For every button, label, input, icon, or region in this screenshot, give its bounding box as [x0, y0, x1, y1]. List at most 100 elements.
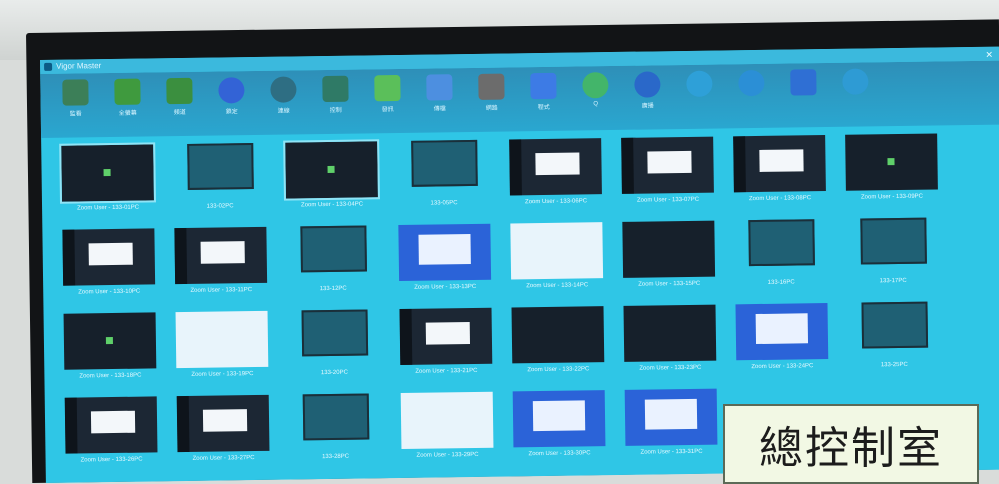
client-tile[interactable]: Zoom User - 133-10PC	[56, 228, 161, 303]
client-tile[interactable]: Zoom User - 133-27PC	[171, 394, 276, 470]
toolbar-button-label: 鎖定	[225, 109, 238, 116]
close-icon[interactable]: ✕	[985, 48, 993, 62]
client-name: Zoom User - 133-08PC	[748, 195, 812, 203]
client-tile[interactable]: Zoom User - 133-26PC	[59, 396, 164, 471]
toolbar-button-14[interactable]	[786, 69, 820, 98]
client-screen-thumbnail	[512, 390, 606, 448]
client-tile[interactable]: Zoom User - 133-11PC	[168, 226, 273, 302]
client-screen-thumbnail	[187, 143, 254, 190]
client-screen-thumbnail	[622, 220, 716, 278]
toolbar-button-15[interactable]	[838, 68, 872, 97]
client-name: 133-17PC	[879, 277, 907, 285]
file-transfer-icon	[426, 74, 453, 101]
client-screen-thumbnail	[861, 301, 929, 349]
client-name: 133-25PC	[880, 361, 908, 369]
toolbar-button-2[interactable]: 頻道	[162, 77, 197, 117]
client-tile[interactable]: Zoom User - 133-08PC	[727, 135, 832, 210]
toolbar-button-0[interactable]: 監看	[58, 79, 93, 118]
thumbnail-panel	[200, 241, 245, 264]
client-tile[interactable]: Zoom User - 133-18PC	[58, 312, 163, 387]
toolbar-button-12[interactable]	[682, 70, 716, 100]
client-tile[interactable]: Zoom User - 133-21PC	[394, 307, 499, 383]
client-tile[interactable]: Zoom User - 133-15PC	[616, 220, 721, 296]
toolbar-button-1[interactable]: 全螢幕	[110, 78, 145, 117]
client-name: Zoom User - 133-11PC	[190, 287, 253, 294]
toolbar-button-label: 全螢幕	[118, 110, 137, 117]
document-icon	[790, 69, 817, 96]
toolbar-button-10[interactable]: Q	[578, 72, 612, 107]
client-screen-thumbnail	[735, 303, 829, 361]
client-name: 133-02PC	[206, 203, 234, 210]
thumbnail-panel	[647, 150, 692, 174]
caption-text: 總控制室	[759, 423, 943, 474]
client-tile[interactable]: 133-02PC	[167, 143, 272, 218]
client-screen-thumbnail	[301, 309, 369, 357]
client-tile[interactable]: Zoom User - 133-07PC	[615, 136, 720, 212]
broadcast-icon	[634, 71, 661, 98]
toolbar-button-3[interactable]: 鎖定	[214, 77, 249, 115]
toolbar-button-9[interactable]: 程式	[526, 72, 561, 112]
app-icon	[44, 62, 53, 71]
toolbar-button-11[interactable]: 廣播	[630, 71, 665, 110]
thumbnail-bar	[509, 139, 522, 196]
client-screen-thumbnail	[621, 136, 714, 194]
client-tile[interactable]: Zoom User - 133-19PC	[170, 310, 275, 386]
client-tile[interactable]: 133-28PC	[283, 393, 388, 468]
client-tile[interactable]: 133-16PC	[728, 219, 833, 294]
client-name: Zoom User - 133-09PC	[860, 193, 924, 201]
client-tile[interactable]: Zoom User - 133-22PC	[506, 306, 611, 381]
client-screen-thumbnail	[398, 223, 492, 282]
thumbnail-panel	[535, 152, 580, 176]
client-screen-thumbnail	[62, 228, 156, 286]
toolbar-button-13[interactable]	[734, 69, 768, 99]
client-tile[interactable]: Zoom User - 133-31PC	[619, 388, 724, 464]
client-screen-thumbnail	[511, 306, 605, 364]
toolbar-button-7[interactable]: 傳檔	[422, 74, 457, 113]
client-tile[interactable]: Zoom User - 133-04PC	[279, 139, 384, 216]
toolbar-button-6[interactable]: 發訊	[370, 74, 405, 114]
app-indicator-icon	[105, 337, 113, 345]
client-tile[interactable]: 133-20PC	[282, 309, 387, 384]
settings-icon	[842, 68, 869, 95]
thumbnail-panel	[88, 242, 133, 266]
client-screen-thumbnail	[300, 225, 367, 273]
message-icon	[374, 74, 401, 102]
thumbnail-panel	[202, 409, 248, 432]
client-name: Zoom User - 133-01PC	[77, 204, 140, 212]
toolbar-button-5[interactable]: 控制	[318, 75, 353, 114]
client-name: 133-16PC	[767, 279, 795, 286]
client-tile[interactable]: 133-12PC	[280, 225, 385, 300]
client-name: Zoom User - 133-29PC	[416, 451, 479, 459]
client-screen-thumbnail	[59, 142, 156, 204]
thumbnail-panel	[532, 400, 586, 432]
client-name: Zoom User - 133-21PC	[415, 367, 478, 375]
client-tile[interactable]: Zoom User - 133-30PC	[507, 390, 612, 465]
client-tile[interactable]: Zoom User - 133-06PC	[503, 138, 608, 213]
client-tile[interactable]: Zoom User - 133-29PC	[395, 391, 500, 467]
toolbar-button-label: 程式	[537, 104, 550, 112]
client-tile[interactable]: 133-05PC	[391, 139, 496, 215]
apps-icon	[530, 72, 557, 100]
client-screen-thumbnail	[176, 394, 270, 453]
toolbar-button-8[interactable]: 網路	[474, 73, 509, 112]
client-name: Zoom User - 133-13PC	[414, 283, 477, 291]
client-screen-thumbnail	[399, 307, 493, 365]
client-tile[interactable]: Zoom User - 133-14PC	[504, 222, 609, 297]
lock-icon	[218, 77, 245, 104]
toolbar-button-4[interactable]: 連線	[266, 76, 301, 115]
window-title: Vigor Master	[56, 61, 102, 71]
client-tile[interactable]: 133-25PC	[841, 301, 946, 376]
toolbar-button-label: 頻道	[173, 109, 186, 117]
client-tile[interactable]: Zoom User - 133-01PC	[55, 142, 160, 219]
globe-icon	[738, 69, 765, 97]
client-tile[interactable]: Zoom User - 133-09PC	[839, 133, 944, 208]
client-screen-thumbnail	[624, 388, 718, 446]
client-tile[interactable]: Zoom User - 133-24PC	[729, 303, 834, 378]
toolbar-button-label: 連線	[277, 108, 290, 115]
thumbnail-bar	[64, 397, 78, 454]
client-tile[interactable]: 133-17PC	[840, 217, 945, 292]
client-tile[interactable]: Zoom User - 133-13PC	[392, 223, 497, 299]
client-name: 133-28PC	[322, 453, 350, 461]
client-tile[interactable]: Zoom User - 133-23PC	[617, 304, 722, 380]
toolbar-button-label: 發訊	[381, 107, 394, 114]
